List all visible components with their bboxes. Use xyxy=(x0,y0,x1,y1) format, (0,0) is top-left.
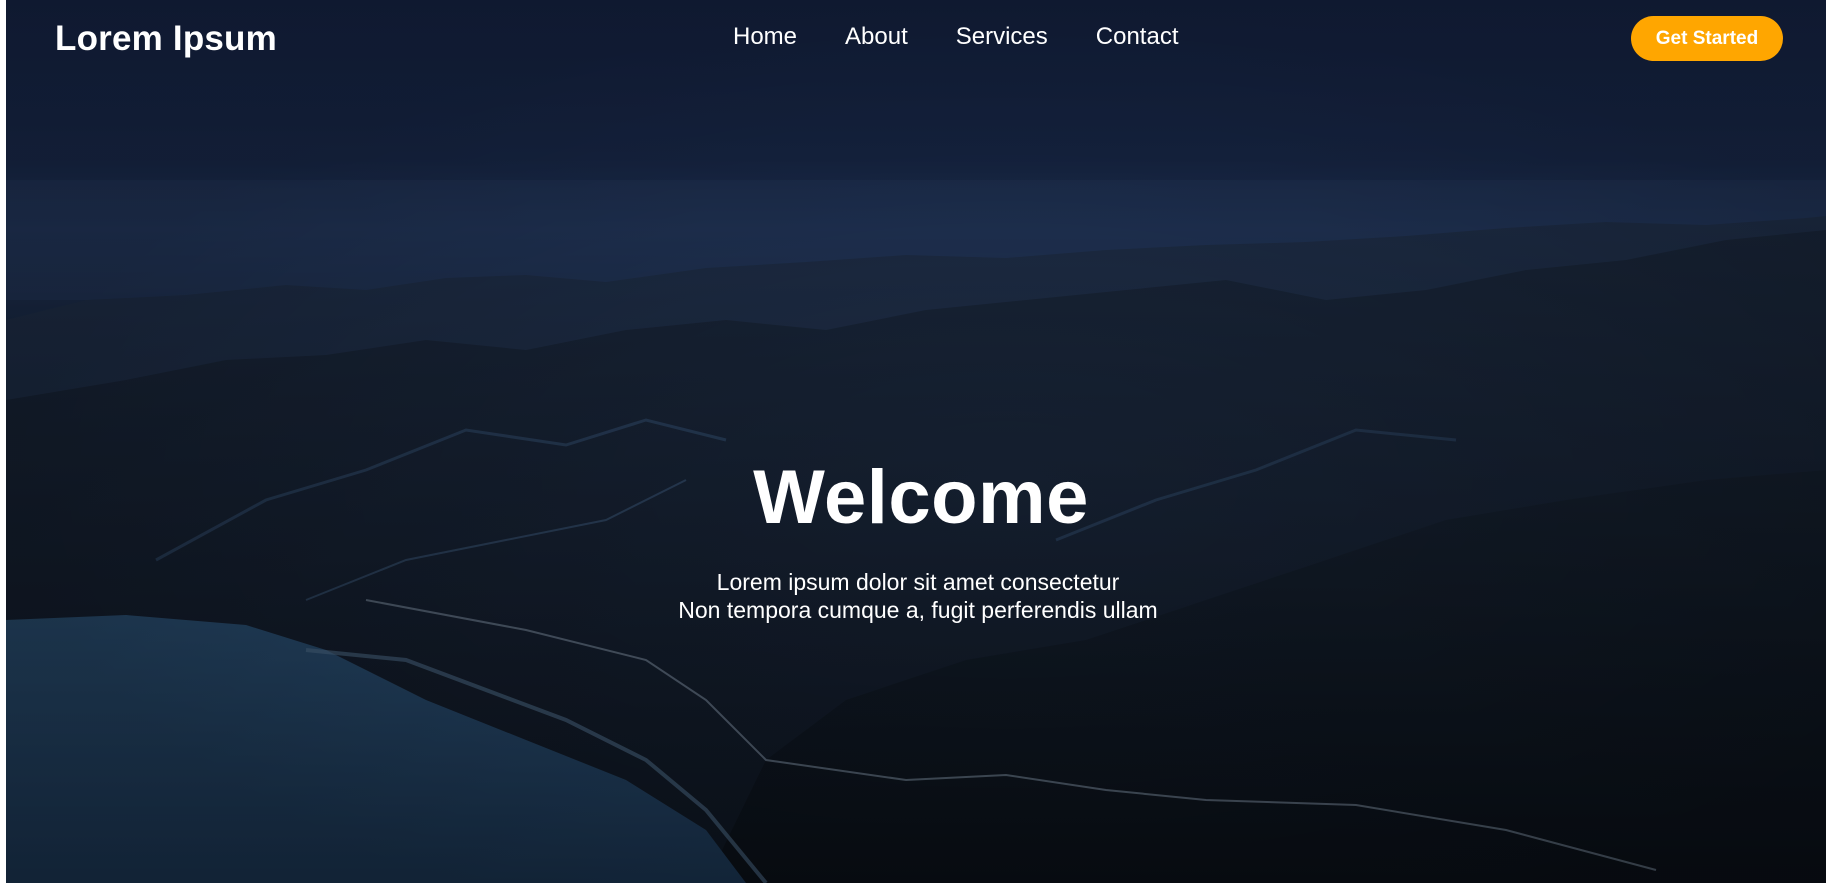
hero-subtitle-line-2: Non tempora cumque a, fugit perferendis … xyxy=(678,597,1158,623)
hero-content: Welcome Lorem ipsum dolor sit amet conse… xyxy=(6,455,1826,624)
hero-section: Lorem Ipsum Home About Services Contact … xyxy=(6,0,1826,883)
nav-link-about[interactable]: About xyxy=(845,23,908,51)
hero-subtitle-line-1: Lorem ipsum dolor sit amet consectetur xyxy=(716,569,1120,595)
nav-link-contact[interactable]: Contact xyxy=(1096,23,1179,51)
top-navbar: Lorem Ipsum Home About Services Contact … xyxy=(6,0,1826,78)
hero-subtitle: Lorem ipsum dolor sit amet consectetur N… xyxy=(6,568,1826,624)
hero-title: Welcome xyxy=(753,455,1089,540)
nav-links: Home About Services Contact xyxy=(733,23,1179,51)
dark-overlay xyxy=(6,0,1826,883)
nav-link-home[interactable]: Home xyxy=(733,23,797,51)
brand-logo[interactable]: Lorem Ipsum xyxy=(55,19,277,59)
nav-link-services[interactable]: Services xyxy=(956,23,1048,51)
get-started-button[interactable]: Get Started xyxy=(1631,16,1783,61)
